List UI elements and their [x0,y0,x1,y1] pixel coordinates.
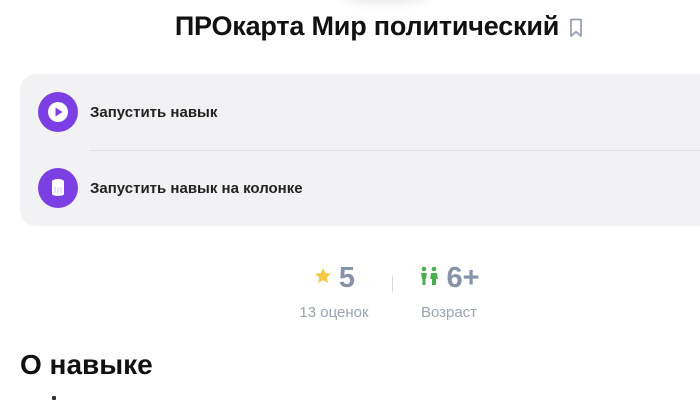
kids-icon [418,265,440,292]
launch-skill-on-speaker-label: Запустить навык на колонке [90,179,303,197]
age-value: 6+ [446,261,480,294]
star-icon [313,266,333,291]
page-title: ПРОкарта Мир политический [174,10,560,41]
age-caption: Возраст [420,304,478,321]
age-stat: 6+ Возраст [408,258,490,322]
skill-stats: 5 13 оценок 6+ Возраст [0,258,700,328]
actions-card: Запустить навык Запустить навык на колон… [20,74,700,226]
launch-skill-label: Запустить навык [90,103,218,121]
title-row: ПРОкарта Мир политический [0,6,700,46]
skill-page: ПРОкарта Мир политический Запустить навы… [0,0,700,400]
smart-speaker-icon [38,168,78,208]
cut-off-text-fragment [52,396,56,400]
rating-stat: 5 13 оценок [288,258,380,322]
play-icon [38,92,78,132]
rating-count: 13 оценок [299,304,369,321]
rating-value: 5 [338,261,356,294]
about-section-title: О навыке [20,349,153,380]
launch-skill-button[interactable]: Запустить навык [20,74,700,150]
stats-separator [392,276,393,292]
launch-skill-on-speaker-button[interactable]: Запустить навык на колонке [20,150,700,226]
bookmark-icon[interactable] [567,17,585,39]
